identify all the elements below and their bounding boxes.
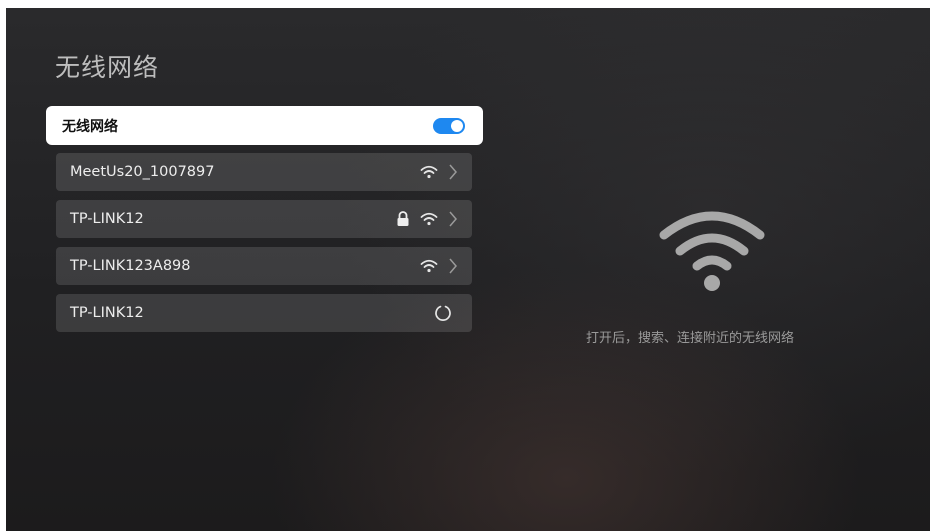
network-icons bbox=[434, 304, 458, 322]
wifi-large-icon bbox=[659, 211, 765, 291]
network-icons bbox=[420, 163, 458, 181]
lock-icon bbox=[397, 211, 409, 226]
wifi-toggle-label: 无线网络 bbox=[62, 118, 118, 135]
network-name: TP-LINK12 bbox=[70, 305, 144, 321]
hint-text: 打开后，搜索、连接附近的无线网络 bbox=[586, 331, 795, 346]
network-icons bbox=[420, 257, 458, 275]
network-list: MeetUs20_1007897 TP-LINK12 TP-LINK123A89… bbox=[56, 153, 472, 341]
network-name: MeetUs20_1007897 bbox=[70, 164, 215, 180]
wifi-toggle-row[interactable]: 无线网络 bbox=[46, 106, 483, 145]
network-item[interactable]: TP-LINK123A898 bbox=[56, 247, 472, 285]
page-title: 无线网络 bbox=[55, 53, 160, 82]
network-item[interactable]: MeetUs20_1007897 bbox=[56, 153, 472, 191]
network-icons bbox=[396, 210, 458, 228]
loading-spinner-icon bbox=[435, 305, 451, 321]
chevron-right-icon bbox=[449, 211, 457, 227]
network-name: TP-LINK123A898 bbox=[70, 258, 191, 274]
wifi-signal-icon bbox=[420, 259, 438, 273]
network-name: TP-LINK12 bbox=[70, 211, 144, 227]
settings-screen: 无线网络 无线网络 MeetUs20_1007897 TP-LINK12 TP-… bbox=[6, 8, 930, 531]
wifi-signal-icon bbox=[420, 165, 438, 179]
wifi-hint: 打开后，搜索、连接附近的无线网络 bbox=[566, 203, 856, 346]
wifi-signal-icon bbox=[420, 212, 438, 226]
toggle-knob bbox=[451, 119, 463, 132]
chevron-right-icon bbox=[449, 258, 457, 274]
chevron-right-icon bbox=[449, 164, 457, 180]
network-item[interactable]: TP-LINK12 bbox=[56, 200, 472, 238]
network-item[interactable]: TP-LINK12 bbox=[56, 294, 472, 332]
wifi-toggle-switch[interactable] bbox=[433, 117, 465, 134]
